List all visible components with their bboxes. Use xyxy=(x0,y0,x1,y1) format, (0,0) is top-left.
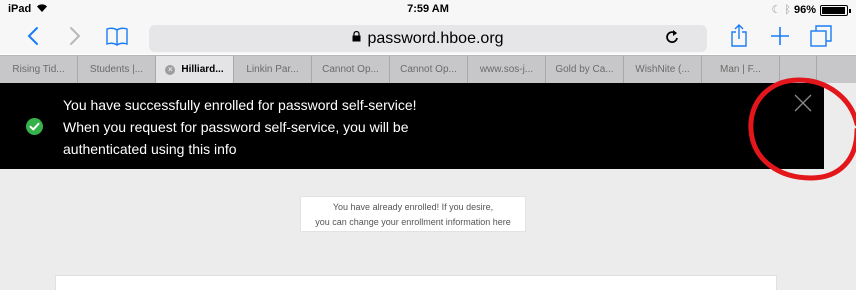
browser-toolbar: password.hboe.org xyxy=(0,20,856,54)
success-banner: You have successfully enrolled for passw… xyxy=(0,83,824,169)
success-message-line: authenticated using this info xyxy=(63,141,237,157)
reload-icon xyxy=(666,30,678,43)
tab-gold[interactable]: Gold by Ca... xyxy=(546,56,624,83)
status-bar: iPad 7:59 AM ☾ ᛒ 96% xyxy=(0,0,856,20)
forward-button[interactable] xyxy=(61,21,89,51)
battery-percent: 96% xyxy=(793,4,816,16)
success-message: You have successfully enrolled for passw… xyxy=(63,94,417,160)
lock-icon xyxy=(352,31,361,42)
tab-cannot-open-2[interactable]: Cannot Op... xyxy=(390,56,468,83)
plus-icon xyxy=(771,27,789,45)
tab-rising-tide[interactable]: Rising Tid... xyxy=(0,56,78,83)
enrollment-form-card xyxy=(55,275,777,290)
tab-hilliard[interactable]: × Hilliard... xyxy=(156,56,234,83)
tab-linkin-park[interactable]: Linkin Par... xyxy=(234,56,312,83)
show-tabs-button[interactable] xyxy=(806,21,836,51)
address-bar[interactable]: password.hboe.org xyxy=(149,25,707,52)
chevron-left-icon xyxy=(27,27,38,45)
close-tab-icon[interactable]: × xyxy=(165,64,176,75)
reload-button[interactable] xyxy=(665,29,679,50)
share-button[interactable] xyxy=(725,21,753,51)
close-icon xyxy=(794,94,812,112)
tab-man[interactable]: Man | F... xyxy=(702,56,780,83)
share-icon xyxy=(731,24,747,47)
tabs-icon xyxy=(810,25,832,47)
tab-strip: Rising Tid... Students |... × Hilliard...… xyxy=(0,55,856,83)
battery-status: ☾ ᛒ 96% xyxy=(771,3,816,16)
back-button[interactable] xyxy=(19,21,47,51)
notice-line: You have already enrolled! If you desire… xyxy=(332,202,494,212)
page-content: You have successfully enrolled for passw… xyxy=(0,83,856,290)
url-text: password.hboe.org xyxy=(367,30,504,47)
chevron-right-icon xyxy=(70,27,81,45)
success-message-line: You have successfully enrolled for passw… xyxy=(63,97,417,113)
tab-overflow[interactable] xyxy=(780,56,817,83)
close-banner-button[interactable] xyxy=(793,93,813,113)
book-icon xyxy=(106,27,128,46)
change-enrollment-link[interactable]: you can change your enrollment informati… xyxy=(301,215,525,230)
tab-cannot-open-1[interactable]: Cannot Op... xyxy=(312,56,390,83)
tab-wishnite[interactable]: WishNite (... xyxy=(624,56,702,83)
page-gutter xyxy=(824,83,856,290)
enrollment-notice[interactable]: You have already enrolled! If you desire… xyxy=(300,196,526,232)
tab-sos[interactable]: www.sos-j... xyxy=(468,56,546,83)
bluetooth-icon: ᛒ xyxy=(784,4,791,16)
battery-icon xyxy=(820,5,851,16)
clock: 7:59 AM xyxy=(407,3,449,15)
success-message-line: When you request for password self-servi… xyxy=(63,119,409,135)
tab-students[interactable]: Students |... xyxy=(78,56,156,83)
url-display: password.hboe.org xyxy=(149,30,707,48)
rotation-lock-icon: ☾ xyxy=(771,4,782,16)
new-tab-button[interactable] xyxy=(766,21,794,51)
bookmarks-button[interactable] xyxy=(102,21,132,51)
check-circle-icon xyxy=(26,118,43,135)
